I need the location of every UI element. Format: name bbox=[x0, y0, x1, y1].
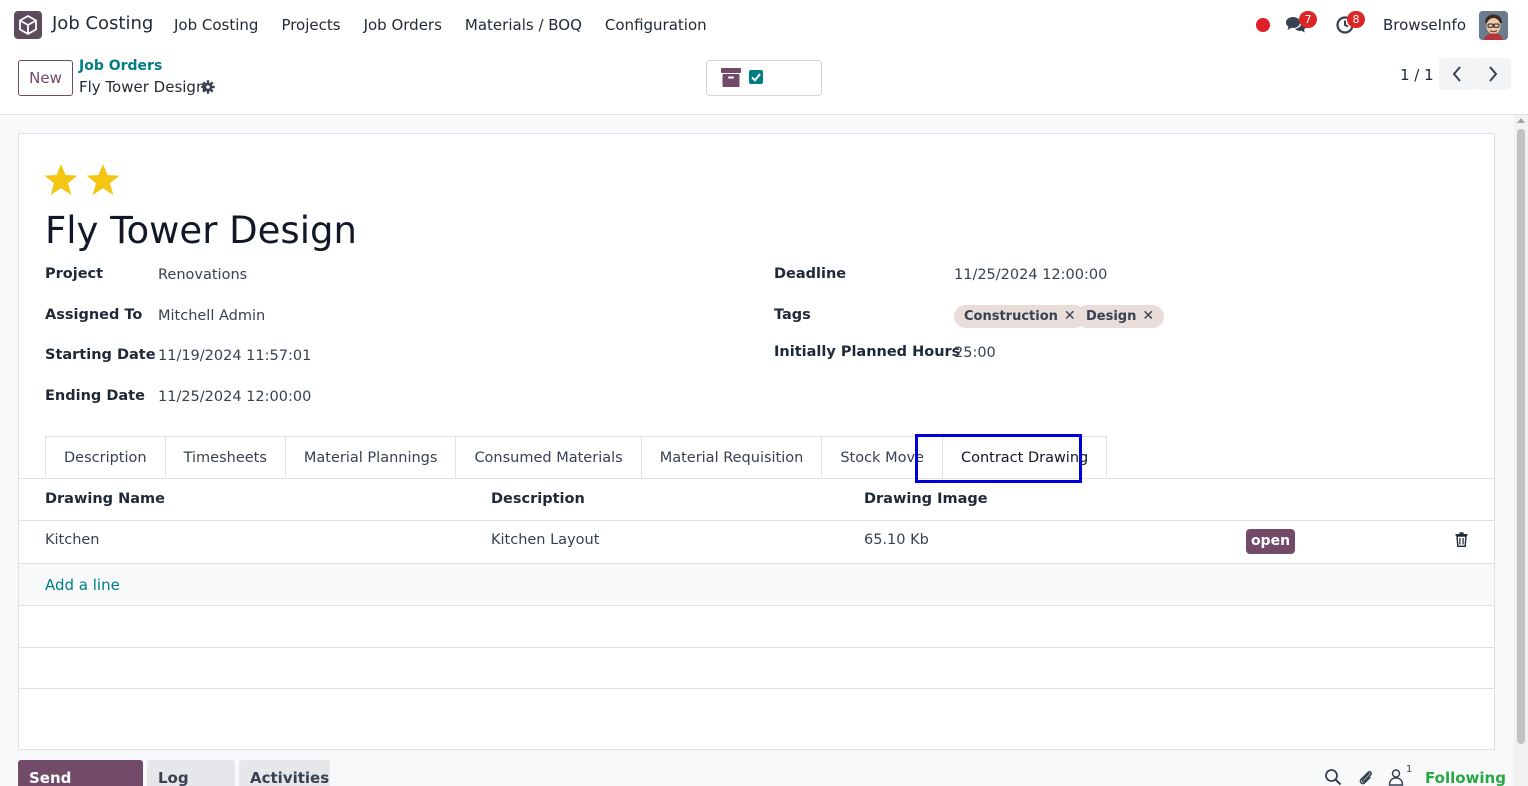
send-message-button[interactable]: Send message bbox=[18, 760, 143, 786]
tab-description[interactable]: Description bbox=[45, 436, 166, 479]
checkbox-checked-icon[interactable] bbox=[749, 70, 763, 84]
tab-stock-move[interactable]: Stock Move bbox=[821, 436, 943, 479]
starting-date-label: Starting Date bbox=[45, 347, 156, 363]
tab-material-requisition[interactable]: Material Requisition bbox=[640, 436, 823, 479]
recording-dot-icon[interactable] bbox=[1256, 18, 1270, 32]
project-value[interactable]: Renovations bbox=[158, 267, 247, 283]
column-drawing-image[interactable]: Drawing Image bbox=[864, 491, 988, 507]
header-divider bbox=[19, 520, 1494, 521]
cell-drawing-image-size[interactable]: 65.10 Kb bbox=[864, 532, 929, 548]
menu-item-configuration[interactable]: Configuration bbox=[605, 16, 707, 34]
app-name[interactable]: Job Costing bbox=[52, 13, 153, 34]
ending-date-value[interactable]: 11/25/2024 12:00:00 bbox=[158, 389, 311, 405]
tab-timesheets[interactable]: Timesheets bbox=[164, 436, 286, 479]
assigned-to-label: Assigned To bbox=[45, 307, 143, 323]
archive-icon[interactable] bbox=[721, 68, 741, 87]
status-widget bbox=[706, 60, 822, 96]
scroll-up-arrow-icon[interactable] bbox=[1517, 118, 1525, 123]
trash-icon[interactable] bbox=[1455, 532, 1468, 547]
breadcrumb-current: Fly Tower Design bbox=[79, 78, 206, 96]
close-icon[interactable]: ✕ bbox=[1142, 308, 1154, 324]
tag-design[interactable]: Design ✕ bbox=[1076, 305, 1165, 328]
top-navbar: Job Costing Job Costing Projects Job Ord… bbox=[0, 0, 1528, 50]
scrollbar-thumb[interactable] bbox=[1517, 129, 1525, 744]
paperclip-icon[interactable] bbox=[1357, 768, 1375, 786]
vertical-scrollbar[interactable] bbox=[1514, 115, 1528, 786]
tag-construction[interactable]: Construction ✕ bbox=[954, 305, 1086, 328]
log-note-button[interactable]: Log note bbox=[147, 760, 235, 786]
cell-description[interactable]: Kitchen Layout bbox=[491, 532, 599, 548]
deadline-value[interactable]: 11/25/2024 12:00:00 bbox=[954, 267, 1107, 283]
tag-label: Design bbox=[1086, 309, 1137, 324]
row-divider bbox=[19, 688, 1494, 689]
main-menu: Job Costing Projects Job Orders Material… bbox=[174, 16, 730, 34]
priority-star-icon-2[interactable] bbox=[85, 163, 121, 197]
new-button[interactable]: New bbox=[18, 60, 73, 96]
tab-material-plannings[interactable]: Material Plannings bbox=[284, 436, 457, 479]
pager-next-button[interactable] bbox=[1475, 58, 1511, 90]
menu-item-materials-boq[interactable]: Materials / BOQ bbox=[465, 16, 582, 34]
app-icon[interactable] bbox=[14, 11, 42, 39]
close-icon[interactable]: ✕ bbox=[1064, 308, 1076, 324]
planned-hours-value[interactable]: 25:00 bbox=[954, 345, 996, 361]
following-button[interactable]: Following bbox=[1425, 769, 1506, 786]
row-divider bbox=[19, 647, 1494, 648]
column-drawing-name[interactable]: Drawing Name bbox=[45, 491, 165, 507]
pager-previous-button[interactable] bbox=[1439, 58, 1475, 90]
messages-badge: 7 bbox=[1299, 11, 1317, 28]
user-name[interactable]: BrowseInfo bbox=[1383, 16, 1466, 34]
open-button[interactable]: open bbox=[1246, 529, 1295, 554]
starting-date-value[interactable]: 11/19/2024 11:57:01 bbox=[158, 348, 311, 364]
pager-value[interactable]: 1 / 1 bbox=[1400, 66, 1434, 84]
tags-label: Tags bbox=[774, 307, 811, 323]
priority-star-icon-1[interactable] bbox=[43, 163, 79, 197]
chevron-left-icon bbox=[1452, 66, 1461, 82]
project-label: Project bbox=[45, 266, 104, 282]
add-line-row bbox=[19, 564, 1494, 605]
record-title[interactable]: Fly Tower Design bbox=[45, 209, 357, 252]
followers-count: 1 bbox=[1406, 764, 1413, 775]
tab-consumed-materials[interactable]: Consumed Materials bbox=[455, 436, 642, 479]
activities-button[interactable]: Activities bbox=[239, 760, 330, 786]
deadline-label: Deadline bbox=[774, 266, 847, 282]
menu-item-job-costing[interactable]: Job Costing bbox=[174, 16, 258, 34]
tag-label: Construction bbox=[964, 309, 1058, 324]
notebook-tabs: Description Timesheets Material Planning… bbox=[45, 436, 1108, 479]
search-icon[interactable] bbox=[1324, 768, 1342, 786]
breadcrumb-job-orders[interactable]: Job Orders bbox=[79, 58, 162, 74]
row-divider bbox=[19, 605, 1494, 606]
menu-item-job-orders[interactable]: Job Orders bbox=[364, 16, 442, 34]
menu-item-projects[interactable]: Projects bbox=[281, 16, 340, 34]
planned-hours-label: Initially Planned Hours bbox=[774, 344, 961, 360]
gear-icon[interactable] bbox=[201, 80, 215, 94]
activities-badge: 8 bbox=[1347, 11, 1365, 28]
cell-drawing-name[interactable]: Kitchen bbox=[45, 532, 100, 548]
user-avatar[interactable] bbox=[1479, 11, 1508, 40]
chevron-right-icon bbox=[1489, 66, 1498, 82]
followers-icon[interactable] bbox=[1387, 768, 1405, 786]
tabs-divider bbox=[18, 478, 1495, 479]
control-panel: New Job Orders Fly Tower Design 1 / 1 bbox=[0, 50, 1528, 115]
column-description[interactable]: Description bbox=[491, 491, 585, 507]
add-line-link[interactable]: Add a line bbox=[45, 576, 120, 594]
ending-date-label: Ending Date bbox=[45, 388, 145, 404]
tab-contract-drawing[interactable]: Contract Drawing bbox=[941, 436, 1108, 479]
assigned-to-value[interactable]: Mitchell Admin bbox=[158, 308, 265, 324]
